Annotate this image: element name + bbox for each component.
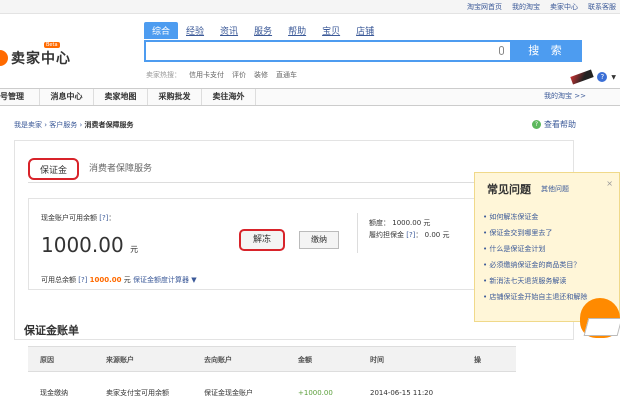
search-button[interactable]: 搜 索 [512, 40, 582, 62]
row-amount: +1000.00 [298, 389, 333, 397]
mascot-laptop-icon [583, 318, 620, 336]
nav-item-overseas[interactable]: 卖往海外 [202, 89, 256, 105]
chevron-down-icon[interactable]: ▼ [611, 74, 616, 81]
content-tabs: 保证金 消费者保障服务 [28, 158, 162, 180]
logo-text: 卖家中心 [11, 51, 71, 67]
help-icon[interactable]: ? [597, 72, 608, 82]
ledger-header: 原因 来源账户 去向账户 金额 时间 操 [28, 346, 516, 372]
column-header: 去向账户 [204, 356, 232, 364]
breadcrumb-current: 消费者保障服务 [84, 121, 134, 129]
beta-badge: Beta [44, 42, 60, 48]
top-link-home[interactable]: 淘宝网首页 [467, 1, 502, 13]
available-total-unit: 元 [123, 276, 131, 284]
hot-search-label: 卖家热搜： [146, 71, 181, 79]
faq-title: 常见问题 [487, 183, 531, 196]
cash-balance-amount: 1000.00 元 [41, 233, 138, 257]
available-total: 可用总余额 [?] 1000.00 元 保证金额度计算器 ▼ [41, 275, 197, 285]
toolbar-icons: ? ▼ [570, 69, 616, 85]
nav-item-seller-map[interactable]: 卖家地图 [94, 89, 148, 105]
hot-searches: 卖家热搜： 信用卡支付 评价 装修 直通车 [146, 70, 297, 80]
row-reason: 现金缴纳 [40, 389, 68, 397]
quota-label: 额度： [369, 219, 390, 227]
faq-item[interactable]: 如何解冻保证金 [483, 209, 587, 225]
view-help-label: 查看帮助 [544, 120, 576, 129]
top-link-seller-center[interactable]: 卖家中心 [550, 1, 578, 13]
deposit-calculator-link[interactable]: 保证金额度计算器 ▼ [133, 276, 197, 284]
cash-balance-value: 1000.00 [41, 233, 124, 257]
cash-balance-label: 现金账户可用余额 [?]： [41, 214, 116, 222]
top-links: 淘宝网首页 我的淘宝 卖家中心 联系客服 [467, 1, 616, 13]
faq-item[interactable]: 店铺保证金开始自主退还和解除 [483, 289, 587, 305]
faq-list: 如何解冻保证金 保证金交到哪里去了 什么是保证金计划 必须缴纳保证金的商品类目？… [483, 209, 587, 305]
breadcrumb-item[interactable]: 客户服务 [49, 121, 77, 129]
deposit-calculator-label: 保证金额度计算器 [133, 276, 190, 284]
performance-deposit-value: 0.00 元 [424, 231, 450, 239]
table-row: 现金缴纳 卖家支付宝可用余额 保证金现金账户 +1000.00 2014-06-… [28, 380, 516, 406]
column-header: 金额 [298, 356, 312, 364]
hot-search-item[interactable]: 评价 [232, 70, 246, 80]
search-tab-items[interactable]: 宝贝 [314, 22, 348, 39]
help-tooltip-icon[interactable]: [?] [406, 231, 415, 239]
search-tab-shops[interactable]: 店铺 [348, 22, 382, 39]
logo[interactable]: 卖家中心 Beta [0, 42, 71, 70]
tab-deposit[interactable]: 保证金 [28, 158, 80, 180]
faq-item[interactable]: 新消法七天退货服务解读 [483, 273, 587, 289]
search-tab-help[interactable]: 帮助 [280, 22, 314, 39]
faq-item[interactable]: 保证金交到哪里去了 [483, 225, 587, 241]
breadcrumb-item[interactable]: 我是卖家 [14, 121, 42, 129]
row-source: 卖家支付宝可用余额 [106, 389, 169, 397]
nav-item-account[interactable]: 号管理 [0, 89, 40, 105]
row-destination: 保证金现金账户 [204, 389, 253, 397]
available-total-label: 可用总余额 [41, 276, 76, 284]
search-tab-news[interactable]: 资讯 [212, 22, 246, 39]
row-time: 2014-06-15 11:20 [370, 389, 434, 397]
available-total-value: 1000.00 [89, 276, 122, 284]
close-icon[interactable]: × [606, 179, 613, 188]
microphone-icon[interactable] [499, 46, 504, 55]
performance-deposit-label: 履约担保金 [369, 231, 404, 239]
hot-search-item[interactable]: 直通车 [276, 70, 297, 80]
search-input[interactable] [144, 40, 512, 62]
nav-item-wholesale[interactable]: 采购批发 [148, 89, 202, 105]
help-tooltip-icon[interactable]: [?] [78, 276, 87, 284]
ledger-title: 保证金账单 [24, 324, 79, 337]
search-tabs: 综合 经验 资讯 服务 帮助 宝贝 店铺 [144, 22, 382, 39]
logo-mark-icon [0, 50, 8, 66]
search-tab-service[interactable]: 服务 [246, 22, 280, 39]
cash-balance-label-text: 现金账户可用余额 [41, 214, 97, 222]
faq-item[interactable]: 什么是保证金计划 [483, 241, 587, 257]
breadcrumb: 我是卖家 › 客户服务 › 消费者保障服务 [14, 121, 134, 129]
top-link-my-taobao[interactable]: 我的淘宝 [512, 1, 540, 13]
quota-value: 1000.00 元 [392, 219, 431, 227]
column-header: 时间 [370, 356, 384, 364]
nav-item-messages[interactable]: 消息中心 [40, 89, 94, 105]
hot-search-item[interactable]: 信用卡支付 [189, 70, 224, 80]
top-link-service[interactable]: 联系客服 [588, 1, 616, 13]
deposit-account-panel: 现金账户可用余额 [?]： 1000.00 元 解冻 缴纳 额度： 1000.0… [28, 198, 476, 290]
question-icon: ? [532, 120, 541, 129]
view-help-link[interactable]: ? 查看帮助 [532, 119, 576, 130]
column-header: 原因 [40, 356, 54, 364]
top-bar: 淘宝网首页 我的淘宝 卖家中心 联系客服 [0, 0, 620, 14]
cash-balance-unit: 元 [130, 245, 139, 254]
unfreeze-button[interactable]: 解冻 [239, 229, 285, 251]
search-tab-experience[interactable]: 经验 [178, 22, 212, 39]
tab-consumer-protection[interactable]: 消费者保障服务 [79, 158, 162, 180]
hot-search-item[interactable]: 装修 [254, 70, 268, 80]
quota-info: 额度： 1000.00 元 履约担保金 [?]： 0.00 元 [369, 219, 450, 239]
faq-item[interactable]: 必须缴纳保证金的商品类目？ [483, 257, 587, 273]
pen-icon[interactable] [570, 69, 595, 85]
chevron-down-icon: ▼ [191, 276, 197, 284]
panel-divider [357, 213, 358, 253]
help-tooltip-icon[interactable]: [?] [99, 214, 108, 222]
my-taobao-link[interactable]: 我的淘宝 >> [544, 91, 586, 101]
main-nav: 号管理 消息中心 卖家地图 采购批发 卖往海外 我的淘宝 >> [0, 88, 620, 106]
search-tab-all[interactable]: 综合 [144, 22, 179, 39]
column-header: 来源账户 [106, 356, 134, 364]
column-header: 操 [474, 356, 481, 364]
faq-other-link[interactable]: 其他问题 [541, 184, 569, 194]
pay-deposit-button[interactable]: 缴纳 [299, 231, 339, 249]
